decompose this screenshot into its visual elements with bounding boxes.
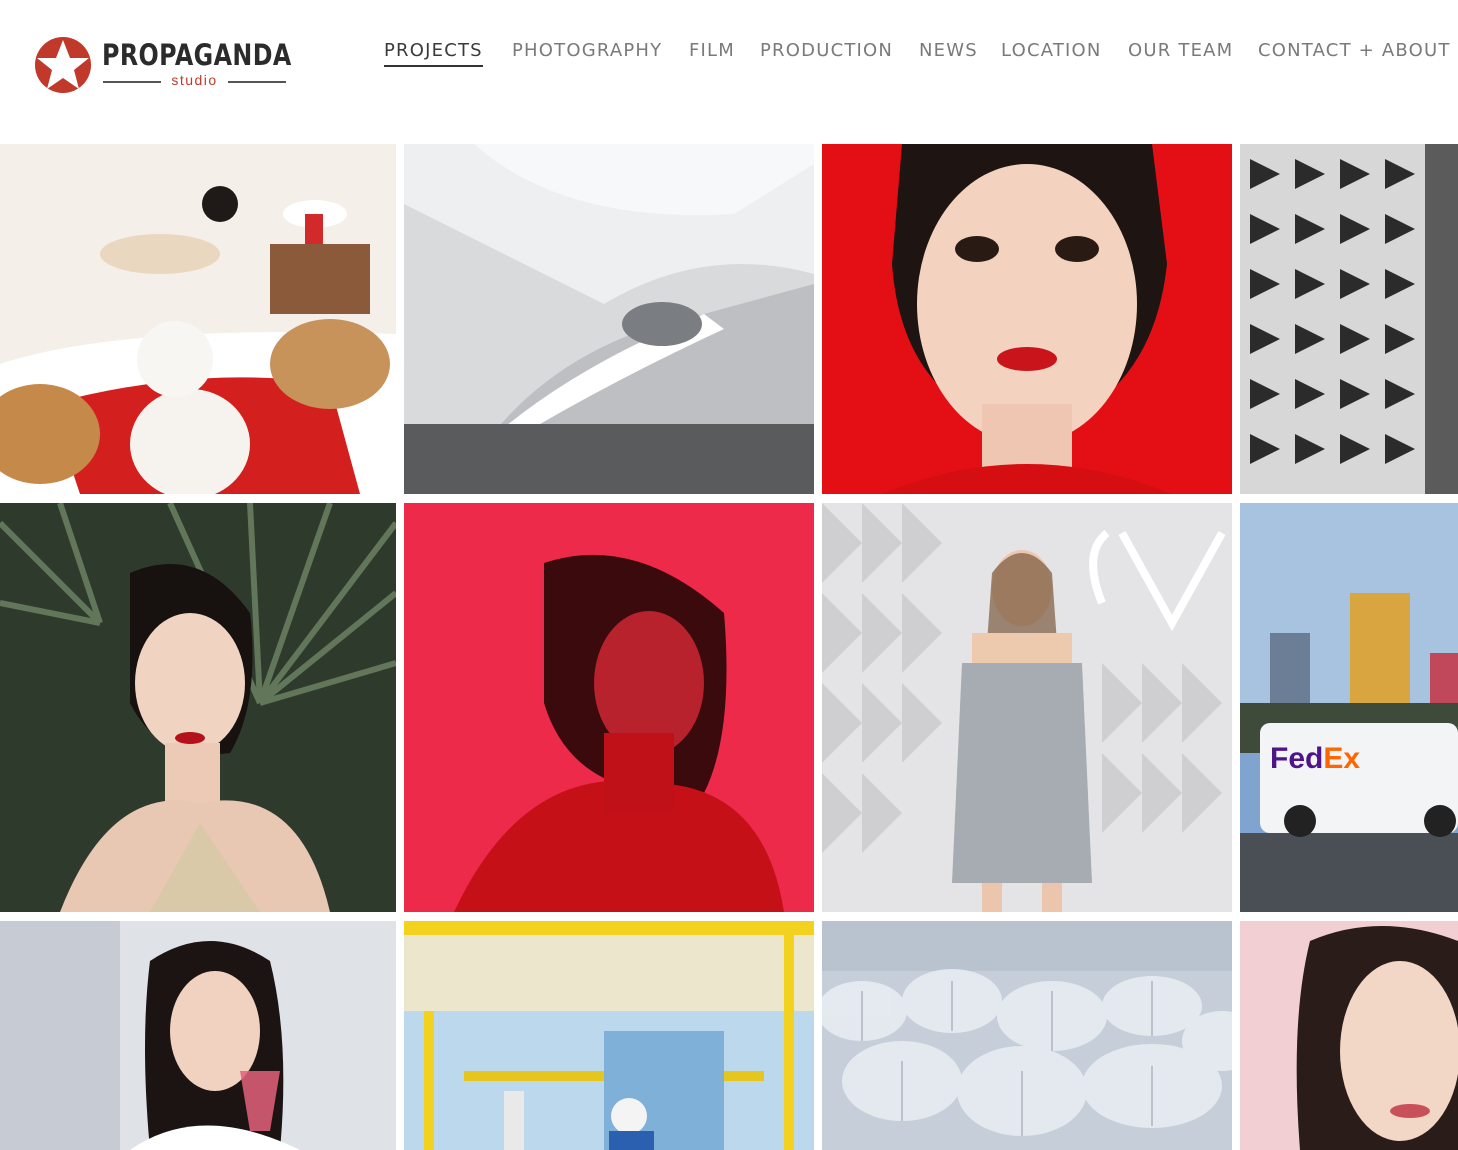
- project-tile-snowy-forest[interactable]: [822, 921, 1232, 1150]
- photo-image: [404, 921, 814, 1150]
- star-logo-icon: [35, 37, 91, 93]
- brand-tagline-row: studio: [103, 72, 286, 89]
- nav-contact-about[interactable]: CONTACT + ABOUT: [1258, 38, 1451, 64]
- project-tile-white-interior[interactable]: [404, 144, 814, 494]
- nav-news[interactable]: NEWS: [919, 38, 978, 64]
- photo-image: [822, 503, 1232, 912]
- nav-our-team[interactable]: OUR TEAM: [1128, 38, 1233, 64]
- project-tile-silver-dress[interactable]: [822, 503, 1232, 912]
- project-tile-woman-drinking[interactable]: [0, 921, 396, 1150]
- photo-image: [822, 144, 1232, 494]
- photo-image: [1240, 144, 1458, 494]
- nav-photography[interactable]: PHOTOGRAPHY: [512, 38, 662, 64]
- photo-image: [0, 503, 396, 912]
- nav-film[interactable]: FILM: [689, 38, 735, 64]
- project-tile-building-facade[interactable]: [1240, 144, 1458, 494]
- divider: [228, 81, 286, 83]
- photo-image: [1240, 921, 1458, 1150]
- project-tile-red-light[interactable]: [404, 503, 814, 912]
- brand-name: PROPAGANDA: [102, 38, 292, 72]
- project-tile-red-portrait[interactable]: [822, 144, 1232, 494]
- fedex-text: FedEx: [1270, 742, 1360, 775]
- photo-image: [822, 921, 1232, 1150]
- project-tile-pink-portrait[interactable]: [1240, 921, 1458, 1150]
- photo-image: [0, 921, 396, 1150]
- photo-image: FedEx: [1240, 503, 1458, 912]
- project-tile-factory-lab[interactable]: [404, 921, 814, 1150]
- nav-projects[interactable]: PROJECTS: [384, 38, 483, 67]
- brand-logo[interactable]: PROPAGANDA studio: [33, 36, 291, 94]
- photo-image: [404, 503, 814, 912]
- project-tile-fedex-van[interactable]: FedEx: [1240, 503, 1458, 912]
- project-tile-bed-dogs[interactable]: [0, 144, 396, 494]
- photo-image: [0, 144, 396, 494]
- nav-production[interactable]: PRODUCTION: [760, 38, 893, 64]
- project-tile-palm-lipstick[interactable]: [0, 503, 396, 912]
- nav-location[interactable]: LOCATION: [1001, 38, 1102, 64]
- photo-image: [404, 144, 814, 494]
